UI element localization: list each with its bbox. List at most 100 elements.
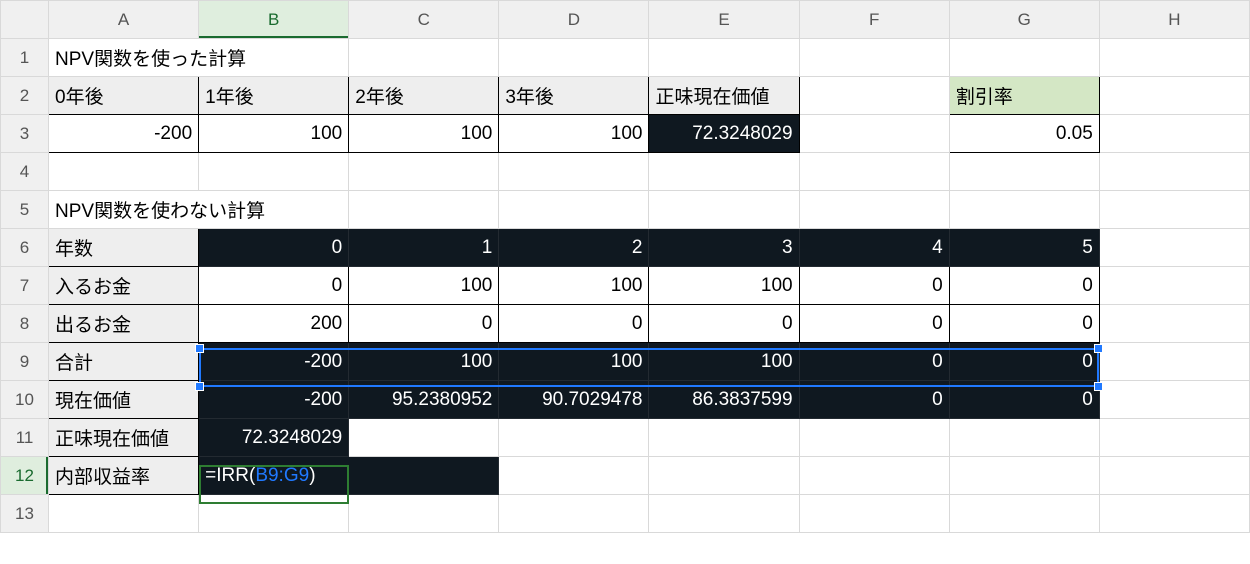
cell-A10[interactable]: 現在価値 xyxy=(49,381,199,419)
cell-A7[interactable]: 入るお金 xyxy=(49,267,199,305)
cell-G1[interactable] xyxy=(949,39,1099,77)
cell-A3[interactable]: -200 xyxy=(49,115,199,153)
cell-A11[interactable]: 正味現在価値 xyxy=(49,419,199,457)
cell-H9[interactable] xyxy=(1099,343,1249,381)
cell-H4[interactable] xyxy=(1099,153,1249,191)
row-header-5[interactable]: 5 xyxy=(1,191,49,229)
cell-F9[interactable]: 0 xyxy=(799,343,949,381)
cell-E9[interactable]: 100 xyxy=(649,343,799,381)
cell-D7[interactable]: 100 xyxy=(499,267,649,305)
cell-H3[interactable] xyxy=(1099,115,1249,153)
cell-A12[interactable]: 内部収益率 xyxy=(49,457,199,495)
select-all-corner[interactable] xyxy=(1,1,49,39)
cell-D2[interactable]: 3年後 xyxy=(499,77,649,115)
cell-E2[interactable]: 正味現在価値 xyxy=(649,77,799,115)
row-header-13[interactable]: 13 xyxy=(1,495,49,533)
cell-C3[interactable]: 100 xyxy=(349,115,499,153)
cell-G10[interactable]: 0 xyxy=(949,381,1099,419)
cell-A13[interactable] xyxy=(49,495,199,533)
cell-F8[interactable]: 0 xyxy=(799,305,949,343)
cell-D3[interactable]: 100 xyxy=(499,115,649,153)
spreadsheet-grid[interactable]: A B C D E F G H 1 NPV関数を使った計算 2 0年後 1年後 … xyxy=(0,0,1250,533)
cell-F6[interactable]: 4 xyxy=(799,229,949,267)
cell-C13[interactable] xyxy=(349,495,499,533)
cell-G2[interactable]: 割引率 xyxy=(949,77,1099,115)
cell-F3[interactable] xyxy=(799,115,949,153)
cell-H11[interactable] xyxy=(1099,419,1249,457)
cell-B13[interactable] xyxy=(199,495,349,533)
cell-H12[interactable] xyxy=(1099,457,1249,495)
cell-H10[interactable] xyxy=(1099,381,1249,419)
cell-E4[interactable] xyxy=(649,153,799,191)
cell-F11[interactable] xyxy=(799,419,949,457)
cell-C9[interactable]: 100 xyxy=(349,343,499,381)
cell-B7[interactable]: 0 xyxy=(199,267,349,305)
cell-D11[interactable] xyxy=(499,419,649,457)
cell-G11[interactable] xyxy=(949,419,1099,457)
cell-B2[interactable]: 1年後 xyxy=(199,77,349,115)
cell-D9[interactable]: 100 xyxy=(499,343,649,381)
cell-D10[interactable]: 90.7029478 xyxy=(499,381,649,419)
cell-E3[interactable]: 72.3248029 xyxy=(649,115,799,153)
cell-H5[interactable] xyxy=(1099,191,1249,229)
cell-H6[interactable] xyxy=(1099,229,1249,267)
cell-D6[interactable]: 2 xyxy=(499,229,649,267)
cell-F7[interactable]: 0 xyxy=(799,267,949,305)
row-header-4[interactable]: 4 xyxy=(1,153,49,191)
row-header-10[interactable]: 10 xyxy=(1,381,49,419)
cell-F4[interactable] xyxy=(799,153,949,191)
cell-C5[interactable] xyxy=(349,191,499,229)
cell-G8[interactable]: 0 xyxy=(949,305,1099,343)
row-header-11[interactable]: 11 xyxy=(1,419,49,457)
cell-B11[interactable]: 72.3248029 xyxy=(199,419,349,457)
cell-B12-editing[interactable]: =IRR(B9:G9) xyxy=(199,457,499,495)
cell-C6[interactable]: 1 xyxy=(349,229,499,267)
cell-A1[interactable]: NPV関数を使った計算 xyxy=(49,39,349,77)
col-header-A[interactable]: A xyxy=(49,1,199,39)
cell-A8[interactable]: 出るお金 xyxy=(49,305,199,343)
cell-D1[interactable] xyxy=(499,39,649,77)
cell-D12[interactable] xyxy=(499,457,649,495)
cell-C2[interactable]: 2年後 xyxy=(349,77,499,115)
cell-B6[interactable]: 0 xyxy=(199,229,349,267)
cell-E11[interactable] xyxy=(649,419,799,457)
cell-E13[interactable] xyxy=(649,495,799,533)
cell-E7[interactable]: 100 xyxy=(649,267,799,305)
cell-E10[interactable]: 86.3837599 xyxy=(649,381,799,419)
range-handle-top-right[interactable] xyxy=(1094,344,1103,353)
col-header-F[interactable]: F xyxy=(799,1,949,39)
cell-E5[interactable] xyxy=(649,191,799,229)
cell-F2[interactable] xyxy=(799,77,949,115)
cell-G4[interactable] xyxy=(949,153,1099,191)
col-header-E[interactable]: E xyxy=(649,1,799,39)
cell-A4[interactable] xyxy=(49,153,199,191)
cell-H1[interactable] xyxy=(1099,39,1249,77)
range-handle-bottom-left[interactable] xyxy=(195,382,204,391)
cell-B3[interactable]: 100 xyxy=(199,115,349,153)
range-handle-top-left[interactable] xyxy=(195,344,204,353)
cell-B9[interactable]: -200 xyxy=(199,343,349,381)
row-header-8[interactable]: 8 xyxy=(1,305,49,343)
col-header-B[interactable]: B xyxy=(199,1,349,39)
cell-F1[interactable] xyxy=(799,39,949,77)
row-header-2[interactable]: 2 xyxy=(1,77,49,115)
row-header-1[interactable]: 1 xyxy=(1,39,49,77)
cell-H7[interactable] xyxy=(1099,267,1249,305)
cell-D8[interactable]: 0 xyxy=(499,305,649,343)
cell-E12[interactable] xyxy=(649,457,799,495)
cell-C1[interactable] xyxy=(349,39,499,77)
cell-C8[interactable]: 0 xyxy=(349,305,499,343)
cell-B10[interactable]: -200 xyxy=(199,381,349,419)
cell-G7[interactable]: 0 xyxy=(949,267,1099,305)
cell-G5[interactable] xyxy=(949,191,1099,229)
cell-G3[interactable]: 0.05 xyxy=(949,115,1099,153)
cell-A2[interactable]: 0年後 xyxy=(49,77,199,115)
cell-E6[interactable]: 3 xyxy=(649,229,799,267)
cell-E1[interactable] xyxy=(649,39,799,77)
cell-B8[interactable]: 200 xyxy=(199,305,349,343)
cell-G12[interactable] xyxy=(949,457,1099,495)
cell-F13[interactable] xyxy=(799,495,949,533)
col-header-C[interactable]: C xyxy=(349,1,499,39)
cell-G6[interactable]: 5 xyxy=(949,229,1099,267)
cell-D4[interactable] xyxy=(499,153,649,191)
